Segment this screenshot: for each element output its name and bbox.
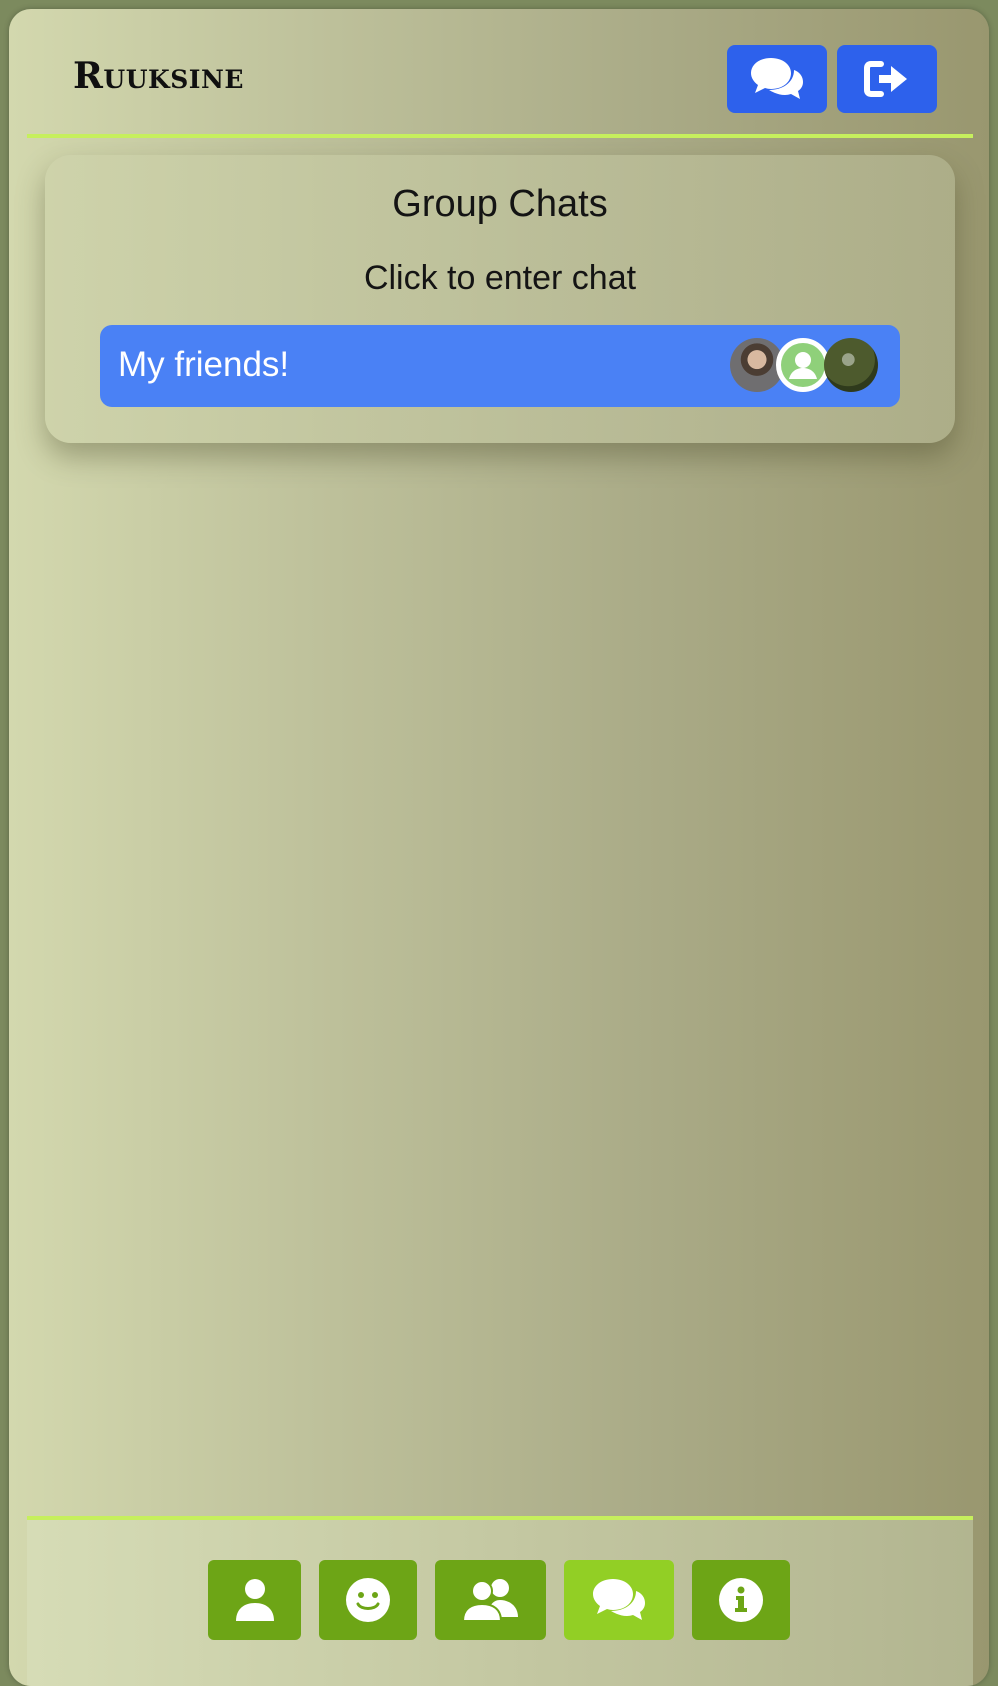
brand-title: Ruuksine: [73, 55, 244, 97]
smile-icon: [345, 1577, 391, 1623]
page-title: Group Chats: [392, 183, 608, 225]
nav-profile-button[interactable]: [208, 1560, 301, 1640]
bottom-nav: [27, 1516, 973, 1686]
users-icon: [461, 1577, 520, 1623]
nav-emoji-button[interactable]: [319, 1560, 417, 1640]
chat-bubbles-icon: [749, 56, 805, 102]
group-chat-item[interactable]: My friends!: [100, 325, 900, 407]
chat-button[interactable]: [727, 45, 827, 113]
nav-info-button[interactable]: [692, 1560, 790, 1640]
nav-friends-button[interactable]: [435, 1560, 546, 1640]
nav-group-chats-button[interactable]: [564, 1560, 674, 1640]
header: Ruuksine: [27, 9, 973, 138]
group-chats-panel: Group Chats Click to enter chat My frien…: [45, 155, 955, 443]
avatar: [824, 338, 878, 392]
chat-bubbles-icon: [590, 1577, 648, 1623]
sign-out-icon: [863, 58, 911, 100]
member-avatars: [730, 338, 880, 394]
logout-button[interactable]: [837, 45, 937, 113]
default-user-avatar: [776, 338, 830, 392]
app-frame: Ruuksine Group Chats Click to enter chat…: [9, 9, 989, 1686]
group-chat-name: My friends!: [118, 345, 290, 384]
info-icon: [718, 1577, 764, 1623]
page-subtitle: Click to enter chat: [363, 259, 637, 297]
user-icon: [233, 1577, 277, 1623]
